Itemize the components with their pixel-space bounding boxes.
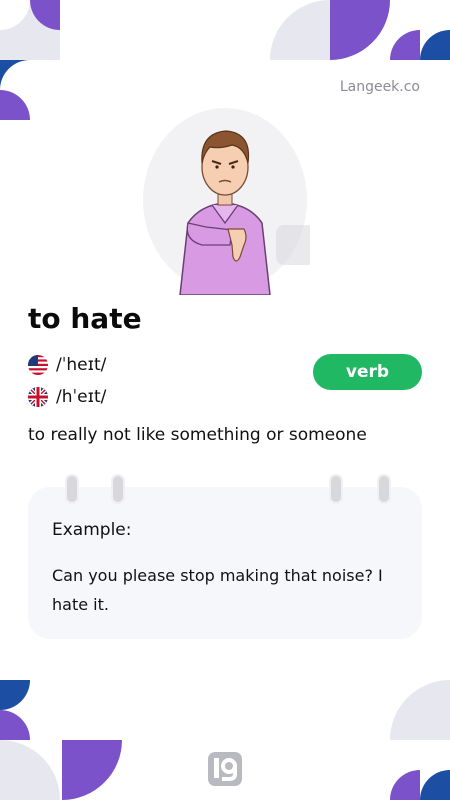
us-flag-icon [28,355,48,375]
langeek-logo-icon [208,752,242,786]
word-title: to hate [28,302,142,335]
definition-text: to really not like something or someone [28,425,367,445]
binder-ring [377,474,391,504]
brand-label: Langeek.co [339,79,420,95]
pronunciation-us[interactable]: /ˈheɪt/ [28,353,106,377]
ipa-us: /ˈheɪt/ [56,355,107,375]
binder-ring [111,474,125,504]
illustration-man-thumbs-down [143,108,310,295]
uk-flag-icon [28,387,48,407]
binder-ring [65,474,79,504]
binder-ring [329,474,343,504]
example-label: Example: [52,520,132,540]
part-of-speech-badge: verb [313,354,422,390]
ipa-uk: /hˈeɪt/ [56,387,107,407]
example-sentence: Can you please stop making that noise? I… [52,566,383,614]
pronunciation-uk[interactable]: /hˈeɪt/ [28,385,106,409]
